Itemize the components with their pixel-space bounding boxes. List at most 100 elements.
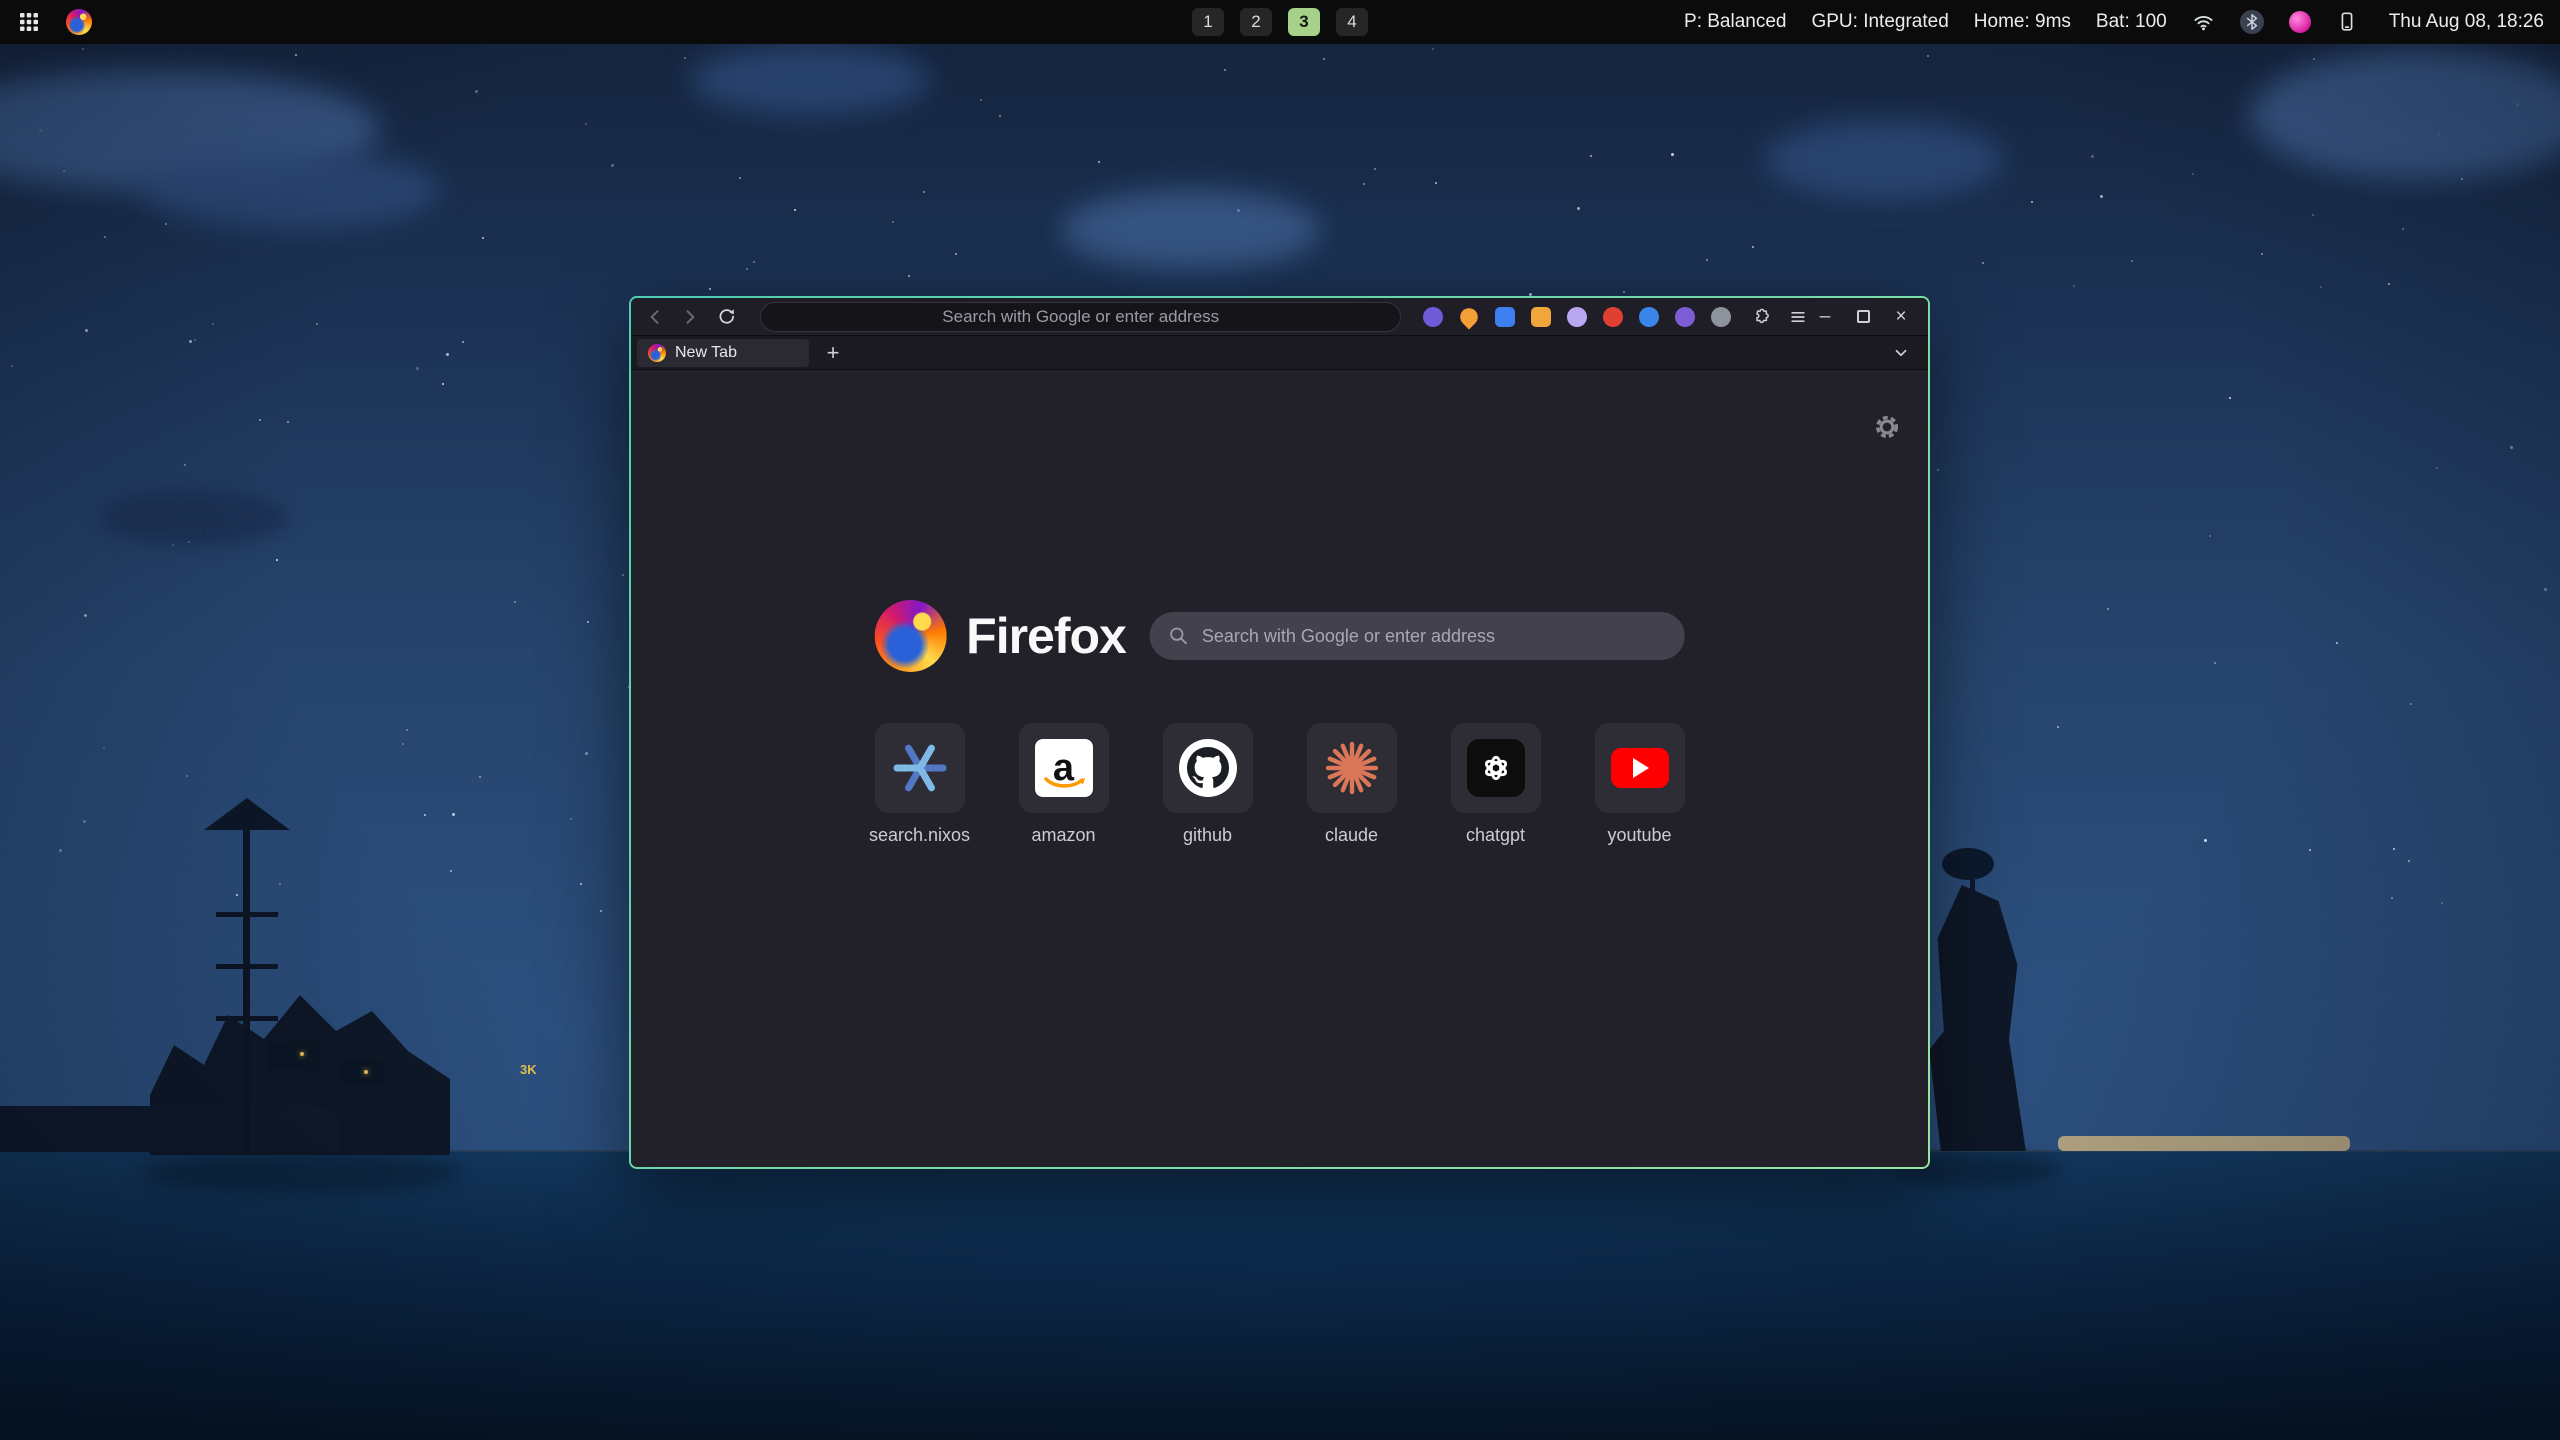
play-triangle bbox=[1633, 758, 1649, 778]
extension-icon-3[interactable] bbox=[1495, 307, 1515, 327]
firefox-brand: Firefox bbox=[874, 600, 1126, 672]
extension-icon-9[interactable] bbox=[1711, 307, 1731, 327]
extension-icon-4[interactable] bbox=[1531, 307, 1551, 327]
topbar-left bbox=[0, 7, 94, 37]
minimize-button[interactable]: – bbox=[1812, 304, 1838, 330]
list-all-tabs-button[interactable] bbox=[1886, 338, 1916, 368]
forward-icon bbox=[680, 307, 700, 327]
back-icon bbox=[645, 307, 665, 327]
wifi-icon[interactable] bbox=[2192, 11, 2215, 34]
cloud bbox=[140, 150, 440, 230]
power-profile-status: P: Balanced bbox=[1684, 11, 1786, 33]
extension-icon-8[interactable] bbox=[1675, 307, 1695, 327]
firefox-icon bbox=[66, 9, 92, 35]
url-bar bbox=[760, 302, 1401, 332]
hut-silhouette bbox=[340, 1060, 384, 1084]
tile-label: github bbox=[1183, 825, 1232, 846]
shortcut-tiles: search.nixos a amazon bbox=[875, 723, 1685, 846]
tile bbox=[875, 723, 965, 813]
gpu-status: GPU: Integrated bbox=[1811, 11, 1948, 33]
reload-button[interactable] bbox=[712, 302, 740, 332]
top-status-bar: 1 2 3 4 P: Balanced GPU: Integrated Home… bbox=[0, 0, 2560, 44]
wallpaper-ocean bbox=[0, 1150, 2560, 1440]
tile bbox=[1451, 723, 1541, 813]
github-icon bbox=[1179, 739, 1237, 797]
cloud bbox=[1764, 120, 2004, 200]
topbar-right: P: Balanced GPU: Integrated Home: 9ms Ba… bbox=[1684, 10, 2560, 34]
tree-trunk bbox=[1970, 872, 1975, 898]
watchtower-platform bbox=[216, 912, 278, 917]
extension-icon-7[interactable] bbox=[1639, 307, 1659, 327]
window-controls: – × bbox=[1812, 304, 1928, 330]
workspace-button-1[interactable]: 1 bbox=[1192, 8, 1224, 36]
shortcut-github[interactable]: github bbox=[1163, 723, 1253, 846]
maximize-button[interactable] bbox=[1850, 304, 1876, 330]
newtab-search-input[interactable] bbox=[1202, 626, 1667, 647]
watchtower-platform bbox=[216, 1016, 278, 1021]
watchtower-platform bbox=[216, 964, 278, 969]
chatgpt-icon bbox=[1467, 739, 1525, 797]
wallpaper-sign-text: 3K bbox=[520, 1062, 537, 1077]
clock: Thu Aug 08, 18:26 bbox=[2389, 11, 2544, 33]
tab-bar: New Tab + bbox=[631, 336, 1928, 370]
shortcut-chatgpt[interactable]: chatgpt bbox=[1451, 723, 1541, 846]
island-light bbox=[300, 1052, 304, 1056]
tab-favicon bbox=[648, 344, 666, 362]
tab-new-tab[interactable]: New Tab bbox=[637, 339, 809, 367]
cloud bbox=[1061, 190, 1321, 270]
extensions-menu-button[interactable] bbox=[1747, 302, 1775, 332]
desktop: 3K 1 2 3 4 bbox=[0, 0, 2560, 1440]
workspace-switcher: 1 2 3 4 bbox=[1192, 8, 1368, 36]
apps-grid-icon bbox=[19, 12, 39, 32]
shortcut-claude[interactable]: claude bbox=[1307, 723, 1397, 846]
extension-icon-6[interactable] bbox=[1603, 307, 1623, 327]
firefox-launcher-button[interactable] bbox=[64, 7, 94, 37]
nixos-icon bbox=[892, 740, 948, 796]
tile-label: amazon bbox=[1031, 825, 1095, 846]
cloud bbox=[690, 45, 930, 115]
extension-icon-1[interactable] bbox=[1423, 307, 1443, 327]
puzzle-icon bbox=[1751, 307, 1771, 327]
reload-icon bbox=[717, 307, 736, 326]
amazon-icon: a bbox=[1035, 739, 1093, 797]
app-launcher-button[interactable] bbox=[14, 7, 44, 37]
tile-label: chatgpt bbox=[1466, 825, 1525, 846]
new-tab-button[interactable]: + bbox=[819, 339, 847, 367]
newtab-page: Firefox bbox=[631, 370, 1928, 1167]
newtab-hero: Firefox bbox=[874, 600, 1685, 672]
firefox-logo bbox=[874, 600, 946, 672]
tile bbox=[1163, 723, 1253, 813]
workspace-button-2[interactable]: 2 bbox=[1240, 8, 1272, 36]
extension-icon-2[interactable] bbox=[1457, 304, 1482, 329]
maximize-icon bbox=[1857, 310, 1870, 323]
search-icon bbox=[1168, 625, 1190, 647]
app-menu-button[interactable] bbox=[1784, 302, 1812, 332]
cloud bbox=[100, 490, 290, 545]
back-button[interactable] bbox=[641, 302, 669, 332]
workspace-button-4[interactable]: 4 bbox=[1336, 8, 1368, 36]
shortcut-search-nixos[interactable]: search.nixos bbox=[875, 723, 965, 846]
tile-label: search.nixos bbox=[869, 825, 970, 846]
bluetooth-icon[interactable] bbox=[2240, 10, 2264, 34]
latency-status: Home: 9ms bbox=[1974, 11, 2071, 33]
water-reflection bbox=[140, 1152, 460, 1194]
browser-window: – × New Tab + bbox=[631, 298, 1928, 1167]
tree-silhouette bbox=[1942, 848, 1994, 880]
personalize-button[interactable] bbox=[1874, 414, 1900, 443]
url-input[interactable] bbox=[761, 303, 1400, 331]
close-button[interactable]: × bbox=[1888, 304, 1914, 330]
shortcut-youtube[interactable]: youtube bbox=[1595, 723, 1685, 846]
browser-window-frame: – × New Tab + bbox=[629, 296, 1930, 1169]
forward-button[interactable] bbox=[675, 302, 703, 332]
extension-icon-5[interactable] bbox=[1567, 307, 1587, 327]
firefox-wordmark: Firefox bbox=[966, 607, 1126, 665]
gear-icon bbox=[1874, 414, 1900, 440]
claude-icon bbox=[1324, 740, 1380, 796]
battery-status: Bat: 100 bbox=[2096, 11, 2167, 33]
color-indicator-icon[interactable] bbox=[2289, 11, 2311, 33]
shortcut-amazon[interactable]: a amazon bbox=[1019, 723, 1109, 846]
display-icon[interactable] bbox=[2336, 11, 2358, 33]
workspace-button-3[interactable]: 3 bbox=[1288, 8, 1320, 36]
youtube-icon bbox=[1611, 748, 1669, 788]
beach-strip bbox=[2058, 1136, 2350, 1151]
